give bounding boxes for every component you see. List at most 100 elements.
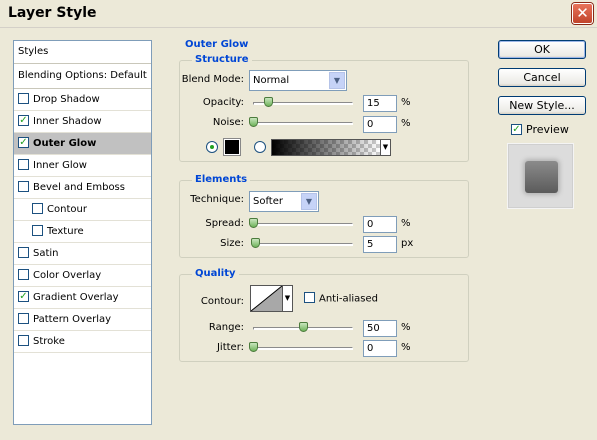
range-label: Range: [208,322,244,333]
style-checkbox[interactable] [18,312,29,324]
style-checkbox[interactable] [18,92,29,104]
structure-title: Structure [192,54,252,65]
style-checkbox[interactable] [18,180,29,192]
spread-unit: % [401,218,411,229]
range-unit: % [401,322,411,333]
noise-slider-thumb[interactable] [249,117,258,127]
technique-value: Softer [253,196,283,207]
style-item-blending-options-default[interactable]: Blending Options: Default [14,64,151,89]
size-slider-track[interactable] [253,243,353,246]
blend-mode-value: Normal [253,75,290,86]
anti-aliased-option[interactable]: Anti-aliased [304,292,379,305]
spread-slider-thumb[interactable] [249,218,258,228]
style-checkbox[interactable]: ✓ [18,290,29,302]
new-style-button[interactable]: New Style... [498,96,586,115]
opacity-label: Opacity: [202,97,244,108]
technique-label: Technique: [190,194,244,205]
size-input[interactable]: 5 [363,236,397,253]
style-item-inner-shadow[interactable]: ✓ Inner Shadow [14,111,151,133]
style-item-gradient-overlay[interactable]: ✓ Gradient Overlay [14,287,151,309]
preview-thumbnail [507,143,574,209]
style-item-label: Color Overlay [33,270,102,281]
opacity-slider-thumb[interactable] [264,97,273,107]
jitter-label: Jitter: [216,342,244,353]
style-item-label: Gradient Overlay [33,292,119,303]
style-item-label: Drop Shadow [33,94,100,105]
outer-glow-title: Outer Glow [182,39,252,50]
style-item-contour[interactable]: Contour [14,199,151,221]
style-item-drop-shadow[interactable]: Drop Shadow [14,89,151,111]
contour-label: Contour: [200,296,244,307]
style-item-label: Stroke [33,336,65,347]
style-item-label: Satin [33,248,59,259]
preview-swatch [525,161,558,193]
preview-label: Preview [526,123,569,136]
style-checkbox[interactable] [32,202,43,214]
gradient-radio[interactable] [254,141,266,153]
gradient-dropdown-icon[interactable]: ▼ [381,139,391,156]
blend-mode-label: Blend Mode: [181,74,244,85]
ok-button[interactable]: OK [498,40,586,59]
window-title: Layer Style [8,5,97,21]
cancel-button[interactable]: Cancel [498,68,586,87]
style-item-label: Inner Shadow [33,116,102,127]
jitter-slider-thumb[interactable] [249,342,258,352]
size-unit: px [401,238,414,249]
noise-slider-track[interactable] [253,122,353,125]
jitter-unit: % [401,342,411,353]
solid-color-radio[interactable] [206,141,218,153]
styles-header[interactable]: Styles [14,41,151,64]
chevron-down-icon: ▼ [301,193,317,210]
style-item-inner-glow[interactable]: Inner Glow [14,155,151,177]
style-item-texture[interactable]: Texture [14,221,151,243]
spread-slider-track[interactable] [253,223,353,226]
close-button[interactable]: ✕ [572,3,593,24]
style-item-label: Outer Glow [33,138,97,149]
preview-checkbox[interactable]: ✓ [511,123,522,135]
contour-picker[interactable] [250,285,283,312]
preview-option[interactable]: ✓ Preview [511,123,569,136]
style-item-color-overlay[interactable]: Color Overlay [14,265,151,287]
style-item-label: Contour [47,204,87,215]
spread-label: Spread: [205,218,244,229]
style-item-label: Inner Glow [33,160,87,171]
anti-aliased-label: Anti-aliased [319,293,379,305]
radio-selected-dot [210,145,214,149]
styles-list: Styles Blending Options: Default Drop Sha… [13,40,152,425]
style-checkbox[interactable] [18,334,29,346]
style-item-label: Pattern Overlay [33,314,112,325]
spread-input[interactable]: 0 [363,216,397,233]
style-checkbox[interactable]: ✓ [18,136,29,148]
jitter-slider-track[interactable] [253,347,353,350]
style-checkbox[interactable] [18,268,29,280]
style-item-label: Bevel and Emboss [33,182,125,193]
style-item-label: Texture [47,226,84,237]
blend-mode-select[interactable]: Normal ▼ [249,70,347,91]
jitter-input[interactable]: 0 [363,340,397,357]
technique-select[interactable]: Softer ▼ [249,191,319,212]
close-icon: ✕ [576,4,589,22]
opacity-input[interactable]: 15 [363,95,397,112]
size-slider-thumb[interactable] [251,238,260,248]
style-checkbox[interactable] [18,158,29,170]
style-item-stroke[interactable]: Stroke [14,331,151,353]
style-item-pattern-overlay[interactable]: Pattern Overlay [14,309,151,331]
glow-color-swatch[interactable] [224,139,240,155]
glow-gradient-picker[interactable] [271,139,381,156]
style-item-outer-glow[interactable]: ✓ Outer Glow [14,133,151,155]
noise-unit: % [401,118,411,129]
style-checkbox[interactable] [18,246,29,258]
style-item-bevel-and-emboss[interactable]: Bevel and Emboss [14,177,151,199]
range-slider-thumb[interactable] [299,322,308,332]
style-checkbox[interactable]: ✓ [18,114,29,126]
style-checkbox[interactable] [32,224,43,236]
anti-aliased-checkbox[interactable] [304,292,315,303]
contour-dropdown-icon[interactable]: ▼ [283,285,293,312]
contour-curve-icon [250,285,283,312]
elements-group: Elements Technique: Softer ▼ Spread: 0 %… [179,174,469,258]
noise-input[interactable]: 0 [363,116,397,133]
style-item-label: Blending Options: Default [18,70,147,81]
style-item-satin[interactable]: Satin [14,243,151,265]
size-label: Size: [220,238,244,249]
range-input[interactable]: 50 [363,320,397,337]
